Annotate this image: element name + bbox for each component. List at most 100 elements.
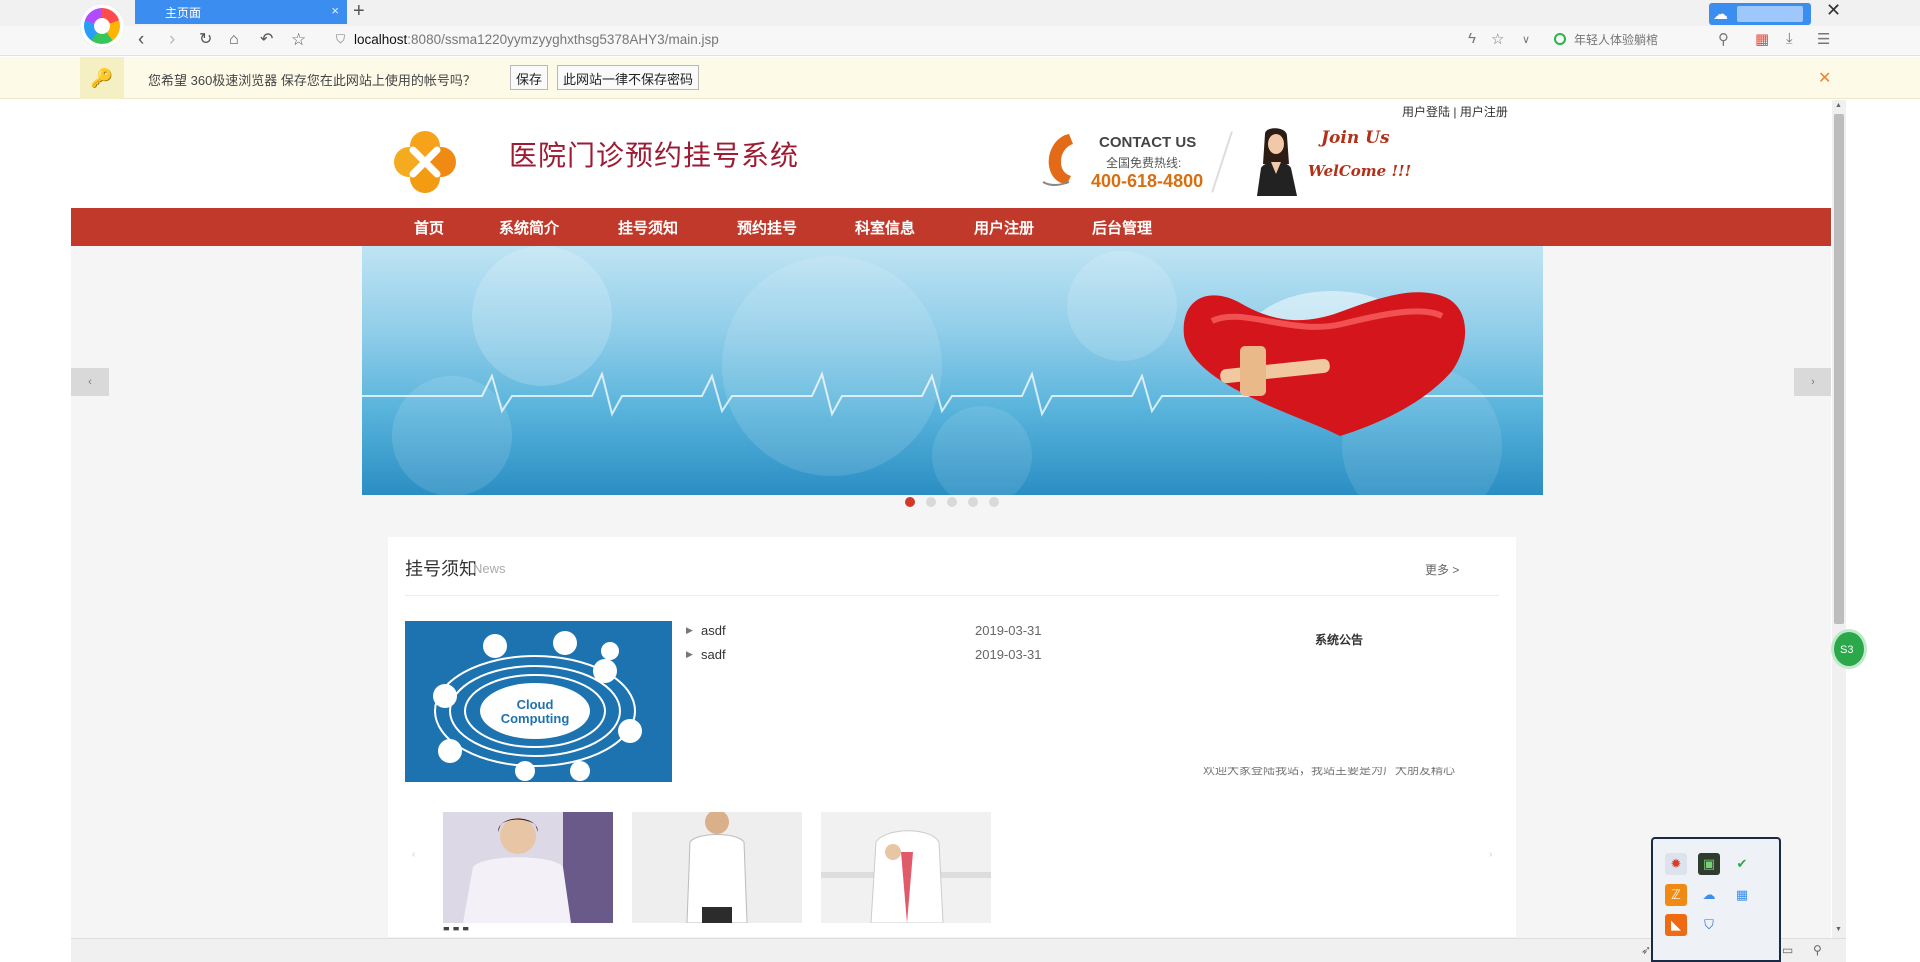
banner-dot-3[interactable] [947,497,957,507]
browser-statusbar: ➶ ▭ ⚲ [71,938,1846,962]
never-save-button[interactable]: 此网站一律不保存密码 [557,65,700,90]
search-engine-icon [1554,33,1566,45]
menu-icon[interactable]: ☰ [1817,30,1830,48]
banner-dot-2[interactable] [926,497,936,507]
address-bar[interactable]: ⛉ localhost:8080/ssma1220yymzyyghxthsg53… [332,29,1432,52]
forward-icon[interactable]: › [169,29,175,51]
close-icon[interactable]: ✕ [1818,68,1831,88]
shield-icon: ⛉ [336,32,346,46]
window-close-button[interactable]: ✕ [1826,0,1841,21]
scroll-thumb[interactable] [1834,114,1844,624]
zoom-icon[interactable]: ⚲ [1813,943,1822,957]
banner-next-button[interactable]: › [1794,368,1831,396]
notice-text: 欢迎大家登陆我站，我站主要是为广大朋友精心 [1203,767,1456,777]
bookmark-star-icon[interactable]: ☆ [291,29,306,51]
floating-helper-badge[interactable]: S3 [1831,629,1867,669]
cloud-icon: ☁ [1713,6,1728,23]
news-item-title[interactable]: asdf [701,623,726,638]
triangle-bullet-icon: ▶ [686,649,693,659]
more-link[interactable]: 更多 > [1425,561,1459,578]
doctor-photo[interactable] [443,812,613,923]
doctor-carousel-next[interactable]: › [1489,849,1492,860]
new-tab-button[interactable]: + [353,1,365,21]
apps-grid-icon[interactable]: ▦ [1755,30,1769,48]
tray-usb-icon[interactable]: ✔ [1731,853,1753,875]
main-nav: 首页 系统简介 挂号须知 预约挂号 科室信息 用户注册 后台管理 [71,208,1831,246]
nav-item-department-info[interactable]: 科室信息 [855,217,915,238]
nav-item-user-register[interactable]: 用户注册 [974,217,1034,238]
scroll-down-icon[interactable]: ▼ [1835,926,1842,933]
tray-shield-icon[interactable]: ⛉ [1698,914,1720,936]
nav-item-home[interactable]: 首页 [414,217,444,238]
dropdown-icon[interactable]: ∨ [1522,33,1530,46]
phone-icon [1042,134,1073,186]
cloud-computing-image[interactable]: Cloud Computing [405,621,672,782]
tab-close-icon[interactable]: × [331,3,339,18]
notice-scroller: 欢迎大家登陆我站，我站主要是为广大朋友精心 [1203,767,1503,777]
news-item-title[interactable]: sadf [701,647,726,662]
cloud-computing-graphic: Cloud Computing [433,631,642,781]
banner-dot-5[interactable] [989,497,999,507]
undo-icon[interactable]: ↶ [260,29,273,51]
url-host: localhost [354,32,408,47]
tray-cloud-icon[interactable]: ☁ [1698,884,1720,906]
banner-slide[interactable] [362,246,1543,495]
news-item[interactable]: ▶ asdf 2019-03-31 [686,623,1042,647]
url-text[interactable]: localhost:8080/ssma1220yymzyyghxthsg5378… [354,32,719,47]
register-link[interactable]: 用户注册 [1460,105,1508,119]
tab-title: 主页面 [165,6,202,20]
heart-banner-image [362,246,1543,495]
tray-input-method-icon[interactable]: ℤ [1665,884,1687,906]
favorite-star-icon[interactable]: ☆ [1491,30,1504,48]
doctor-name-fragment: ■ ■ ■ [443,927,470,934]
banner-prev-button[interactable]: ‹ [71,368,109,396]
news-list: ▶ asdf 2019-03-31 ▶ sadf 2019-03-31 [686,623,1042,671]
doctor-photo[interactable] [821,812,991,923]
nav-item-admin[interactable]: 后台管理 [1092,217,1152,238]
account-links: 用户登陆 | 用户注册 [1402,103,1508,120]
save-password-button[interactable]: 保存 [510,65,549,90]
key-icon: 🔑 [80,57,124,99]
cloud-sync-widget[interactable]: ☁ [1709,3,1811,25]
home-icon[interactable]: ⌂ [229,29,239,51]
news-item[interactable]: ▶ sadf 2019-03-31 [686,647,1042,671]
tray-virus-icon[interactable]: ✹ [1665,853,1687,875]
scroll-up-icon[interactable]: ▲ [1835,102,1842,109]
doctor-image [443,812,613,923]
download-icon[interactable]: ⤓ [1786,30,1793,47]
welcome-text: WelCome !!! [1308,162,1412,180]
login-link[interactable]: 用户登陆 [1402,105,1450,119]
url-path: :8080/ssma1220yymzyyghxthsg5378AHY3/main… [407,32,719,47]
tray-nvidia-icon[interactable]: ▣ [1698,853,1720,875]
tray-grid-icon[interactable]: ▦ [1731,884,1753,906]
reload-icon[interactable]: ↻ [199,29,212,51]
doctor-image [632,812,802,923]
triangle-bullet-icon: ▶ [686,625,693,635]
browser-navbar: ‹ › ↻ ⌂ ↶ ☆ ⛉ localhost:8080/ssma1220yym… [0,26,1920,56]
doctor-photo[interactable] [632,812,802,923]
rocket-icon[interactable]: ➶ [1641,943,1651,957]
desktop-area [1846,100,1920,962]
back-icon[interactable]: ‹ [138,29,144,51]
save-password-bar: 🔑 您希望 360极速浏览器 保存您在此网站上使用的帐号吗？ 保存 此网站一律不… [0,57,1920,99]
browser-logo-icon[interactable] [80,4,124,48]
tab-main-page[interactable]: 主页面 × [135,0,347,24]
search-icon[interactable]: ⚲ [1718,30,1729,48]
nav-item-system-intro[interactable]: 系统简介 [499,217,559,238]
page-scrollbar[interactable]: ▲ ▼ [1832,100,1846,938]
site-logo[interactable] [389,126,461,198]
notice-title: 系统公告 [1315,633,1364,647]
window-icon[interactable]: ▭ [1782,943,1793,957]
banner-dot-4[interactable] [968,497,978,507]
contact-phone: 400-618-4800 [1091,171,1204,191]
banner-dot-1[interactable] [905,497,915,507]
lightning-icon[interactable]: ϟ [1468,30,1476,47]
browser-tabbar: 主页面 × + ☁ ✕ [0,0,1920,26]
doctor-carousel-prev[interactable]: ‹ [412,849,415,860]
tray-app-icon[interactable]: ◣ [1665,914,1687,936]
nav-item-registration-notice[interactable]: 挂号须知 [618,217,678,238]
contact-subtitle: 全国免费热线: [1106,156,1182,170]
search-box[interactable] [1552,30,1722,52]
nav-item-book-appointment[interactable]: 预约挂号 [737,217,797,238]
search-input[interactable] [1572,30,1712,50]
